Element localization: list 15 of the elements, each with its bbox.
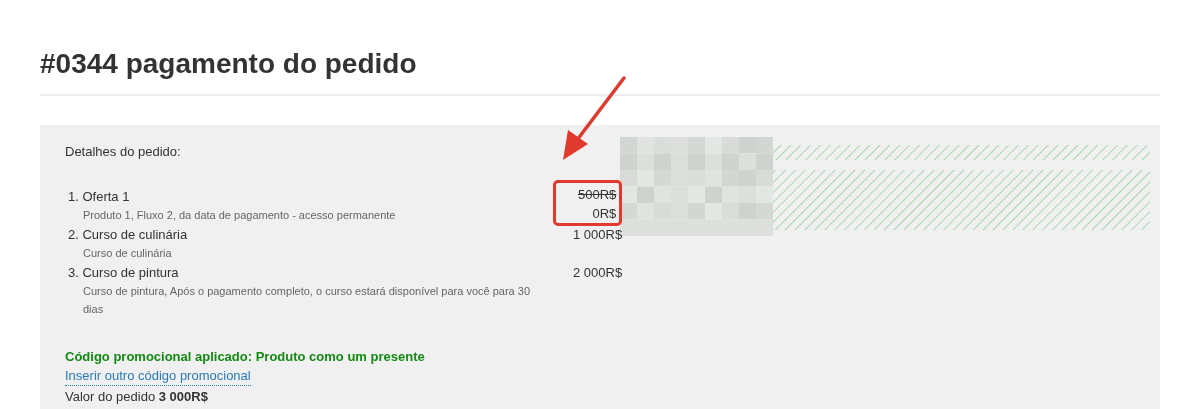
item-description: Curso de pintura, Após o pagamento completo, o curso estará disponível para você para 30 dias <box>83 284 531 317</box>
item-description: Curso de culinária <box>83 246 173 261</box>
item-name: 1. Oferta 1 <box>68 188 131 206</box>
item-name: 2. Curso de culinária <box>68 226 189 244</box>
item-name: 3. Curso de pintura <box>68 264 180 282</box>
promo-status: Código promocional aplicado: Produto como um presente <box>65 348 426 366</box>
order-total: Valor do pedido 3 000R$ <box>65 388 209 406</box>
item-price: 2 000R$ <box>573 264 623 282</box>
promo-link[interactable]: Inserir outro código promocional <box>65 367 251 386</box>
old-price: 500R$ <box>578 186 617 204</box>
section-heading: Detalhes do pedido: <box>65 143 182 161</box>
item-price: 0R$ <box>592 205 617 223</box>
page-title: #0344 pagamento do pedido <box>40 45 1160 96</box>
item-price: 1 000R$ <box>573 226 623 244</box>
item-description: Produto 1, Fluxo 2, da data de pagamento - acesso permanente <box>83 208 397 223</box>
